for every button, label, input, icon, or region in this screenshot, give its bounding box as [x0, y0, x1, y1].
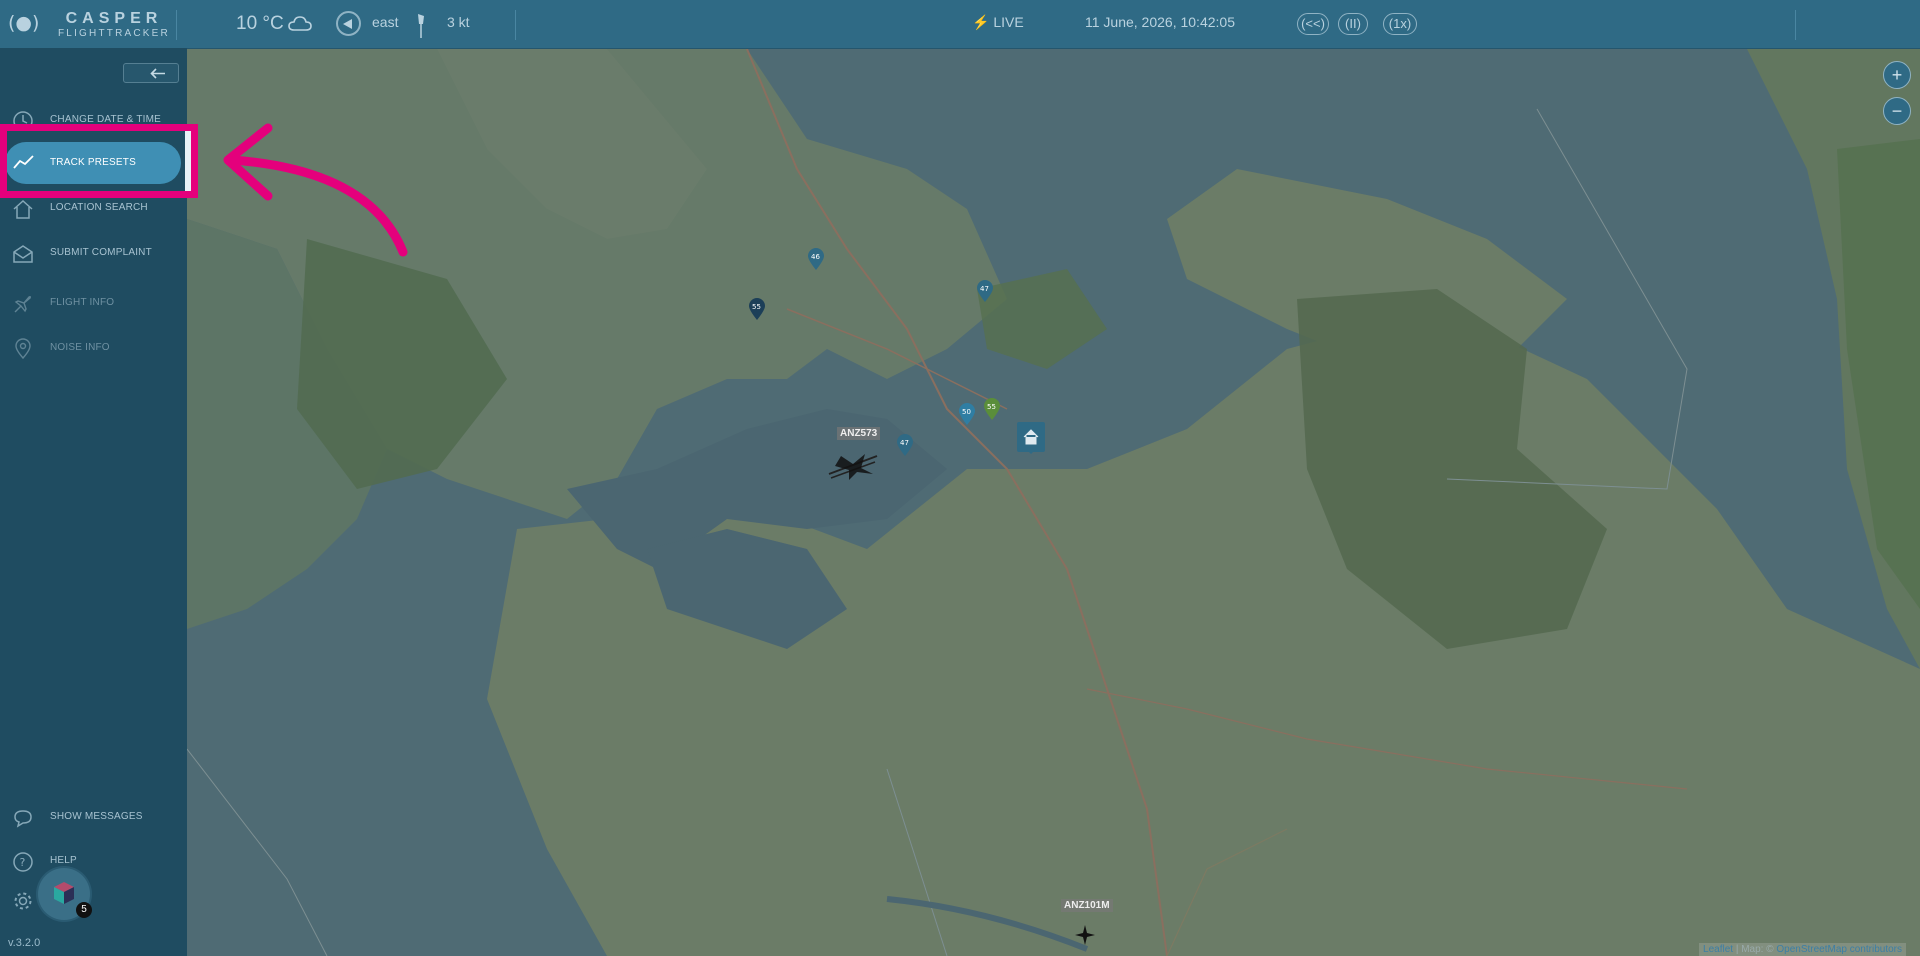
- marker-label: 55: [987, 403, 996, 411]
- map-tiles: [187, 49, 1920, 956]
- current-datetime: 11 June, 2026, 10:42:05: [1085, 14, 1235, 30]
- gear-icon[interactable]: [12, 890, 34, 912]
- sidebar-item-label: LOCATION SEARCH: [50, 202, 148, 213]
- svg-text:?: ?: [20, 856, 26, 869]
- sidebar-item-label: FLIGHT INFO: [50, 297, 115, 308]
- noise-monitor-marker[interactable]: 55: [748, 297, 766, 321]
- noise-monitor-marker[interactable]: 50: [958, 402, 976, 426]
- live-status[interactable]: ⚡ LIVE: [972, 14, 1024, 31]
- logo-icon: (●): [8, 12, 40, 34]
- flight-label[interactable]: ANZ101M: [1061, 899, 1113, 912]
- noise-monitor-marker[interactable]: 47: [976, 279, 994, 303]
- flight-label[interactable]: ANZ573: [837, 427, 881, 440]
- location-pin-icon: [15, 338, 31, 360]
- divider: [515, 10, 516, 40]
- noise-monitor-marker[interactable]: 46: [807, 247, 825, 271]
- sidebar-item-submit-complaint[interactable]: SUBMIT COMPLAINT: [0, 238, 187, 268]
- divider: [1795, 10, 1796, 40]
- sidebar-item-help[interactable]: ? HELP: [0, 846, 187, 876]
- map-attribution: Leaflet | Map: © OpenStreetMap contribut…: [1699, 943, 1906, 956]
- sidebar-item-show-messages[interactable]: SHOW MESSAGES: [0, 802, 187, 832]
- chat-bubble-icon: [14, 810, 32, 828]
- zoom-out-button[interactable]: −: [1883, 97, 1911, 125]
- cloud-icon: [288, 16, 312, 31]
- zoom-in-button[interactable]: +: [1883, 61, 1911, 89]
- help-icon: ?: [13, 852, 33, 872]
- sidebar-item-label: SHOW MESSAGES: [50, 811, 143, 822]
- divider: [176, 10, 177, 40]
- home-icon: [13, 199, 33, 219]
- rewind-button[interactable]: (<<): [1297, 13, 1329, 35]
- temperature: 10 °C: [236, 13, 284, 34]
- sidebar-item-label: HELP: [50, 855, 77, 866]
- sidebar-item-label: SUBMIT COMPLAINT: [50, 247, 152, 258]
- app-version: v.3.2.0: [8, 937, 41, 949]
- marker-label: 47: [980, 285, 989, 293]
- arrow-left-icon: [150, 68, 165, 79]
- highlight-box: [0, 124, 198, 198]
- map[interactable]: 46 47 55 50 55 47 ANZ573 ANZ101M + − Lea…: [187, 49, 1920, 956]
- wind-direction: east: [372, 14, 399, 30]
- collapse-sidebar-button[interactable]: [123, 63, 179, 83]
- marker-label: 55: [752, 303, 761, 311]
- marker-label: 46: [811, 253, 820, 261]
- lightning-icon: ⚡: [972, 14, 990, 30]
- logo-title: CASPER: [65, 10, 163, 27]
- home-location-marker[interactable]: [1016, 421, 1046, 459]
- playback-speed-button[interactable]: (1x): [1383, 13, 1417, 35]
- plane-icon: [14, 295, 32, 313]
- sidebar-item-noise-info[interactable]: NOISE INFO: [0, 333, 187, 363]
- plane-icon[interactable]: [827, 444, 879, 480]
- marker-label: 50: [962, 408, 971, 416]
- notification-badge: 5: [76, 902, 92, 918]
- app-logo: CASPER FLIGHTTRACKER: [58, 11, 170, 39]
- windsock-icon: [418, 14, 424, 38]
- wind-direction-icon: [336, 11, 361, 36]
- leaflet-link[interactable]: Leaflet: [1703, 944, 1733, 955]
- plane-icon[interactable]: [1073, 923, 1097, 947]
- noise-monitor-marker[interactable]: 55: [983, 397, 1001, 421]
- envelope-icon: [13, 245, 33, 263]
- osm-link[interactable]: OpenStreetMap contributors: [1776, 944, 1902, 955]
- sidebar-item-label: NOISE INFO: [50, 342, 110, 353]
- wind-speed: 3 kt: [447, 14, 470, 30]
- noise-monitor-marker[interactable]: 47: [896, 433, 914, 457]
- logo-subtitle: FLIGHTTRACKER: [58, 28, 170, 39]
- sidebar-item-flight-info[interactable]: FLIGHT INFO: [0, 288, 187, 318]
- attribution-text: | Map: ©: [1735, 944, 1774, 955]
- top-bar: (●) CASPER FLIGHTTRACKER 10 °C east 3 kt…: [0, 0, 1920, 49]
- pause-button[interactable]: (II): [1338, 13, 1368, 35]
- live-label: LIVE: [993, 14, 1024, 30]
- marker-label: 47: [900, 439, 909, 447]
